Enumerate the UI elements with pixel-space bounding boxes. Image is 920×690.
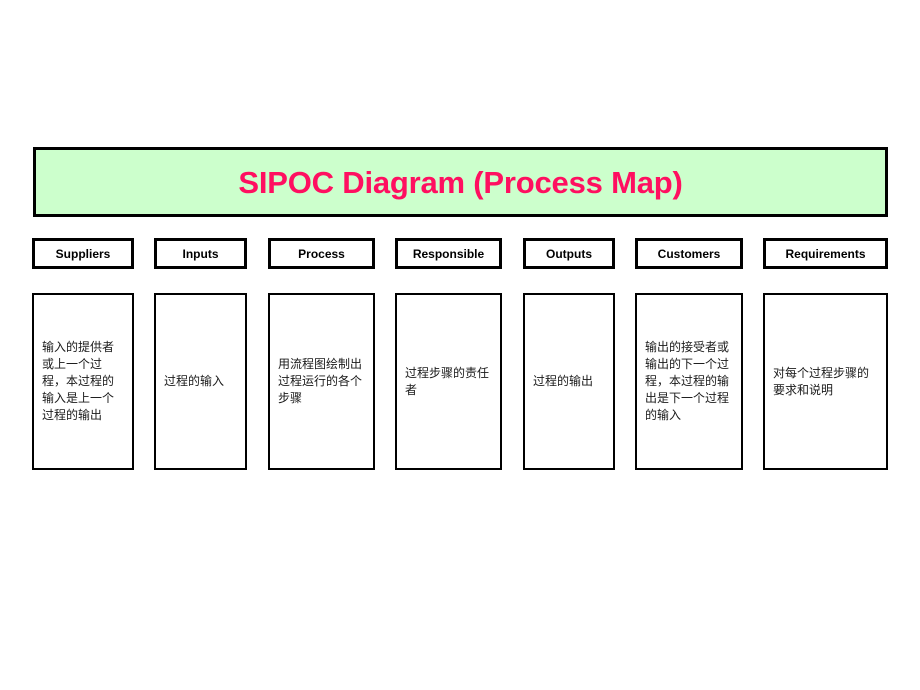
column-body-responsible[interactable]: 过程步骤的责任者 — [395, 293, 502, 470]
column-body-outputs[interactable]: 过程的输出 — [523, 293, 615, 470]
column-body-text: 对每个过程步骤的要求和说明 — [773, 365, 870, 397]
column-body-customers[interactable]: 输出的接受者或输出的下一个过程，本过程的输出是下一个过程的输入 — [635, 293, 743, 470]
column-body-text: 输入的提供者或上一个过程，本过程的输入是上一个过程的输出 — [42, 340, 115, 422]
column-body-text: 过程的输出 — [533, 374, 594, 388]
column-body-suppliers[interactable]: 输入的提供者或上一个过程，本过程的输入是上一个过程的输出 — [32, 293, 134, 470]
column-body-requirements[interactable]: 对每个过程步骤的要求和说明 — [763, 293, 888, 470]
column-header-responsible[interactable]: Responsible — [395, 238, 502, 269]
column-body-process[interactable]: 用流程图绘制出过程运行的各个步骤 — [268, 293, 375, 470]
column-header-label: Suppliers — [55, 246, 111, 261]
column-body-text: 过程步骤的责任者 — [405, 365, 490, 397]
diagram-title-banner: SIPOC Diagram (Process Map) — [33, 147, 888, 217]
column-header-outputs[interactable]: Outputs — [523, 238, 615, 269]
column-header-requirements[interactable]: Requirements — [763, 238, 888, 269]
column-header-label: Requirements — [785, 246, 866, 261]
column-header-label: Inputs — [182, 246, 219, 261]
column-body-text: 用流程图绘制出过程运行的各个步骤 — [278, 357, 363, 405]
column-body-inputs[interactable]: 过程的输入 — [154, 293, 247, 470]
column-header-suppliers[interactable]: Suppliers — [32, 238, 134, 269]
sipoc-diagram-page: SIPOC Diagram (Process Map) Suppliers 输入… — [0, 0, 920, 690]
column-header-label: Customers — [657, 246, 721, 261]
diagram-title-text: SIPOC Diagram (Process Map) — [238, 164, 683, 200]
column-body-text: 过程的输入 — [164, 374, 225, 388]
column-header-customers[interactable]: Customers — [635, 238, 743, 269]
column-header-process[interactable]: Process — [268, 238, 375, 269]
column-header-label: Outputs — [546, 246, 592, 261]
column-header-label: Process — [298, 246, 345, 261]
column-header-label: Responsible — [412, 246, 485, 261]
column-body-text: 输出的接受者或输出的下一个过程，本过程的输出是下一个过程的输入 — [645, 340, 730, 422]
column-header-inputs[interactable]: Inputs — [154, 238, 247, 269]
